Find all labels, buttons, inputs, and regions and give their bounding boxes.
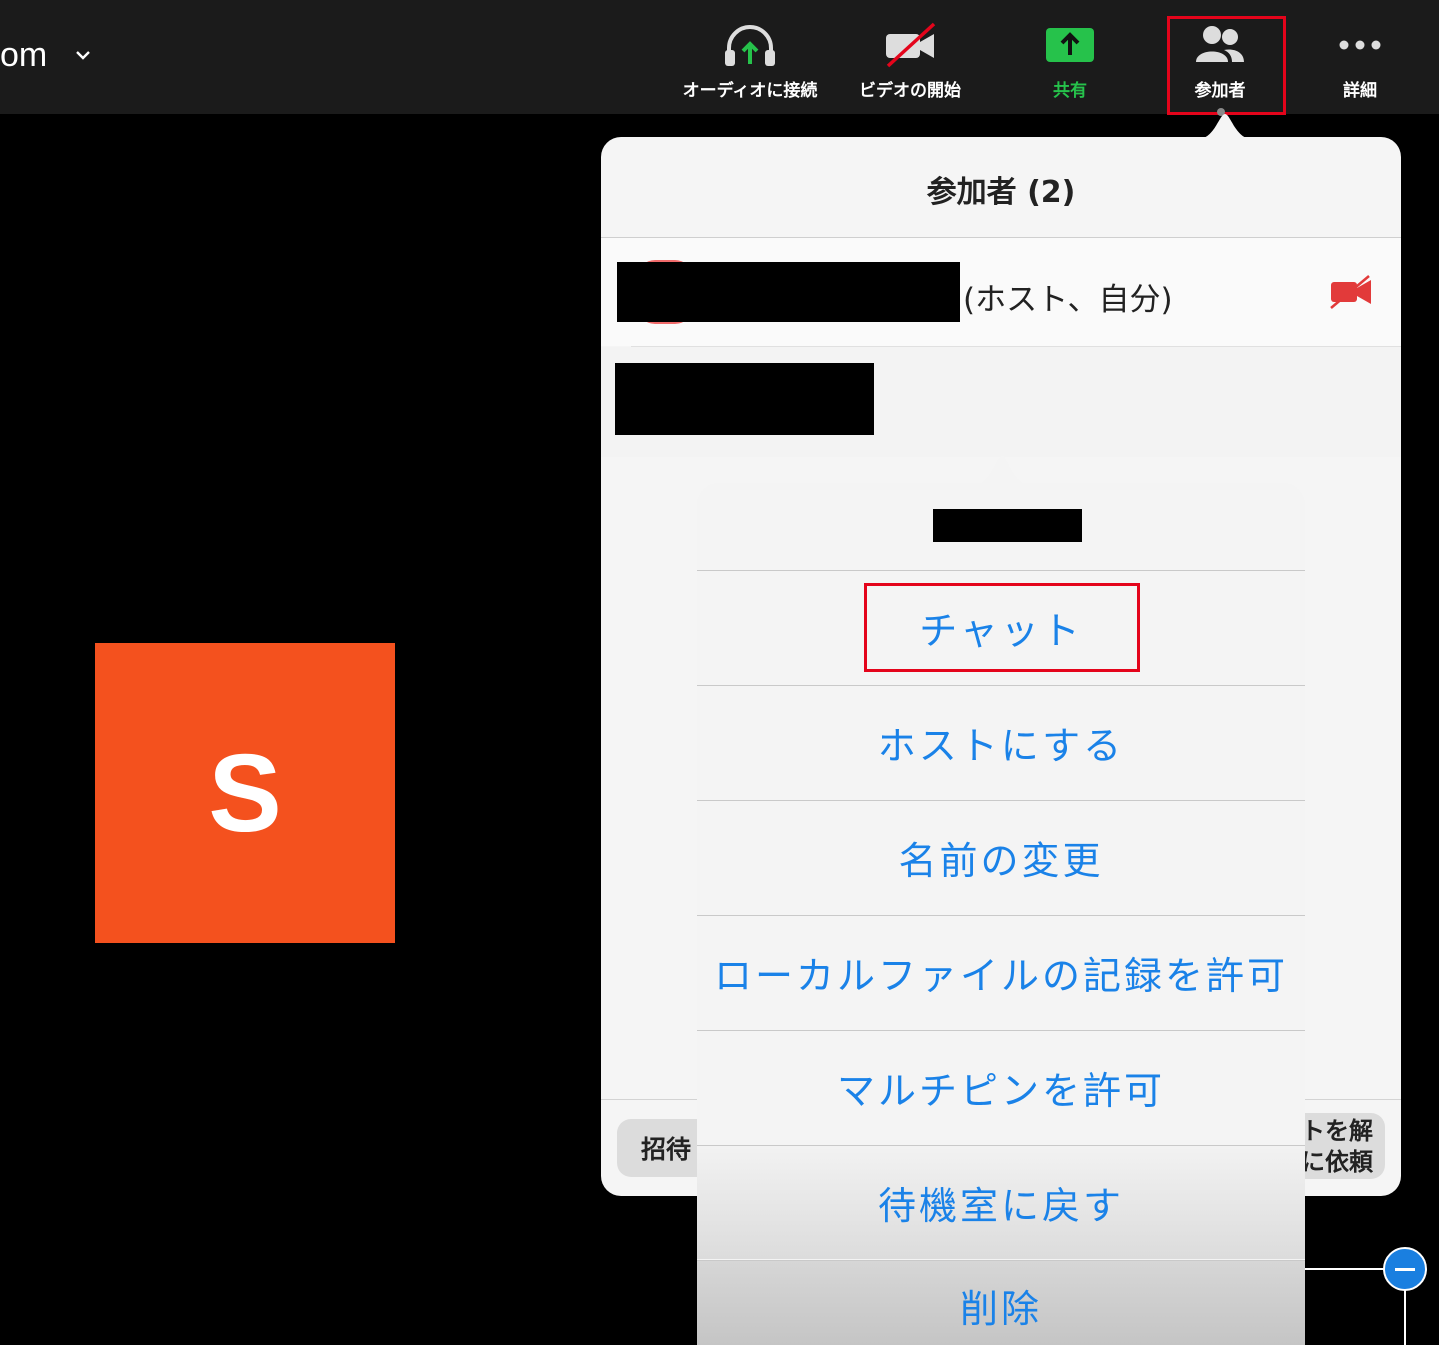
make-host-label: ホストにする: [877, 724, 1125, 768]
more-dots-icon: [1339, 40, 1381, 50]
video-off-icon: [1330, 275, 1371, 309]
redacted-name: [615, 363, 874, 435]
avatar-initial: S: [208, 731, 282, 855]
divider: [1305, 1268, 1385, 1270]
move-to-waiting-room-action[interactable]: 待機室に戻す: [697, 1145, 1305, 1259]
start-video-button[interactable]: ビデオの開始: [840, 20, 980, 110]
remove-label: 削除: [959, 1287, 1042, 1331]
participant-row[interactable]: [601, 347, 1401, 457]
self-role-text: (ホスト、自分): [963, 282, 1173, 318]
connect-audio-label: オーディオに接続: [682, 81, 818, 101]
participant-row-self[interactable]: (ホスト、自分): [601, 238, 1401, 346]
meeting-title-text: om: [0, 35, 48, 74]
make-host-action[interactable]: ホストにする: [697, 685, 1305, 799]
share-upload-icon: [1046, 28, 1094, 62]
more-button[interactable]: 詳細: [1290, 20, 1430, 110]
remove-action[interactable]: 削除: [697, 1260, 1305, 1345]
participants-panel-title: 参加者 (2): [926, 175, 1076, 210]
start-video-label: ビデオの開始: [859, 81, 961, 101]
video-off-icon: [886, 22, 936, 68]
allow-multipin-label: マルチピンを許可: [836, 1069, 1165, 1113]
chat-highlight-box: [864, 583, 1140, 672]
divider: [1404, 1290, 1406, 1345]
collapse-button[interactable]: [1383, 1247, 1427, 1291]
move-to-waiting-room-label: 待機室に戻す: [877, 1184, 1124, 1228]
rename-label: 名前の変更: [898, 839, 1104, 883]
share-label: 共有: [1053, 81, 1087, 101]
action-sheet-arrow: [970, 456, 1034, 486]
redacted-name: [617, 262, 960, 322]
allow-local-recording-label: ローカルファイルの記録を許可: [713, 954, 1288, 998]
share-button[interactable]: 共有: [1000, 20, 1140, 110]
allow-multipin-action[interactable]: マルチピンを許可: [697, 1030, 1305, 1144]
more-label: 詳細: [1343, 81, 1377, 101]
invite-label: 招待: [641, 1135, 692, 1164]
chevron-down-icon: [76, 51, 91, 60]
participants-highlight-box: [1167, 16, 1286, 115]
meeting-title[interactable]: om: [0, 30, 91, 80]
minus-icon: [1395, 1267, 1415, 1271]
participant-avatar: S: [95, 643, 395, 943]
rename-action[interactable]: 名前の変更: [697, 800, 1305, 914]
meeting-toolbar: om オーディオに接続 ビデオの開始 共有 参加者 詳細: [0, 0, 1439, 116]
headphones-upload-icon: [725, 25, 775, 66]
allow-local-recording-action[interactable]: ローカルファイルの記録を許可: [697, 915, 1305, 1029]
connect-audio-button[interactable]: オーディオに接続: [680, 20, 820, 110]
redacted-participant-name: [933, 509, 1082, 542]
